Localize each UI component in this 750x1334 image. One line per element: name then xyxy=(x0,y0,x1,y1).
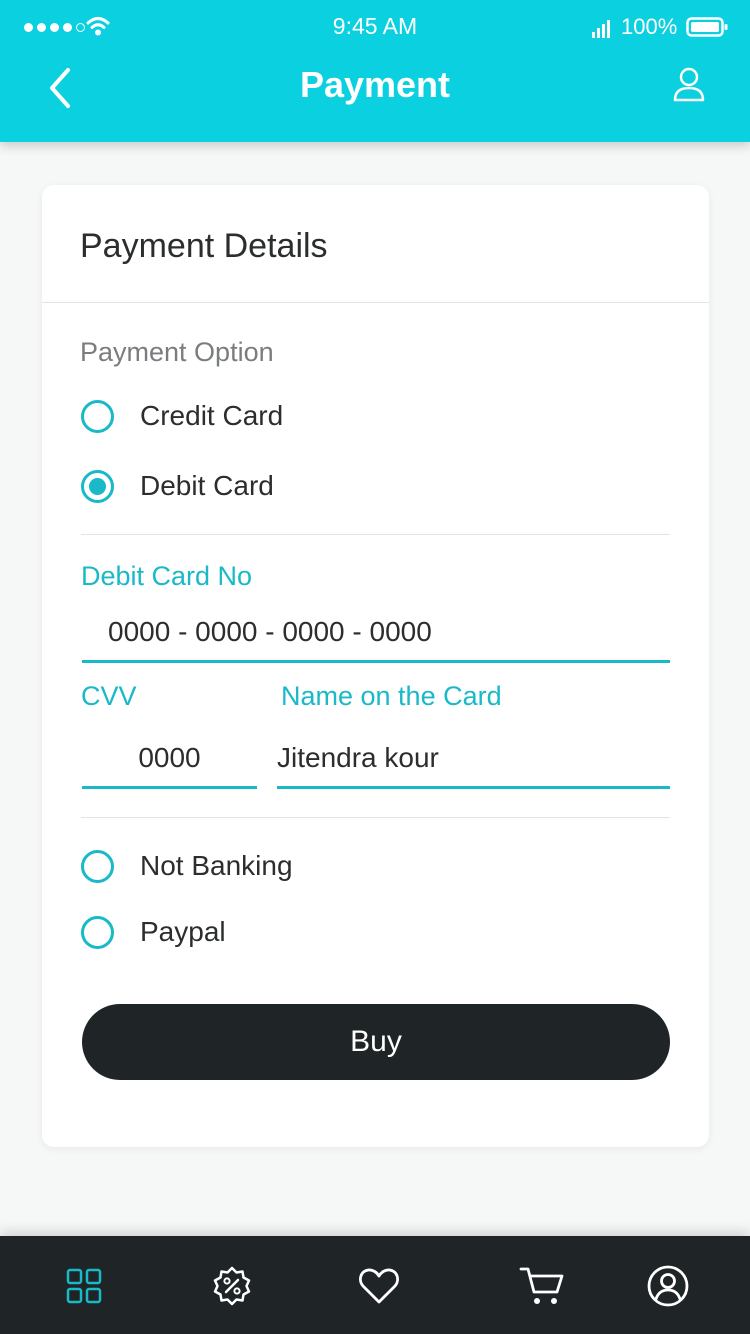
section-divider xyxy=(81,817,670,818)
cvv-input[interactable] xyxy=(82,729,257,789)
grid-icon xyxy=(66,1268,102,1304)
option-label: Not Banking xyxy=(140,850,293,881)
option-debit-card[interactable]: Debit Card xyxy=(81,466,274,506)
cvv-label: CVV xyxy=(81,681,137,711)
account-icon xyxy=(647,1265,689,1307)
page-title: Payment xyxy=(299,64,451,105)
tab-home[interactable] xyxy=(59,1261,109,1311)
option-label: Debit Card xyxy=(140,470,274,501)
cellular-icon xyxy=(592,20,610,38)
discount-badge-icon xyxy=(213,1266,251,1306)
buy-button[interactable]: Buy xyxy=(82,1004,670,1080)
radio-button[interactable] xyxy=(81,399,114,433)
cart-icon xyxy=(519,1267,564,1304)
app-header: 9:45 AM 100% Payment xyxy=(0,0,750,142)
status-bar: 9:45 AM 100% xyxy=(0,0,750,56)
bottom-tab-bar xyxy=(0,1236,750,1334)
section-divider xyxy=(81,534,670,535)
radio-button[interactable] xyxy=(81,915,114,949)
card-number-input[interactable] xyxy=(82,603,670,663)
option-not-banking[interactable]: Not Banking xyxy=(81,846,293,886)
option-label: Credit Card xyxy=(140,400,284,431)
profile-button[interactable] xyxy=(671,66,707,104)
payment-details-card: Payment Details Payment Option Credit Ca… xyxy=(42,185,709,1147)
radio-button[interactable] xyxy=(81,849,114,883)
tab-wishlist[interactable] xyxy=(354,1261,404,1311)
card-title: Payment Details xyxy=(80,227,328,265)
tab-offers[interactable] xyxy=(207,1261,257,1311)
radio-button-selected[interactable] xyxy=(81,469,114,503)
tab-account[interactable] xyxy=(643,1261,693,1311)
option-label: Paypal xyxy=(140,916,226,947)
card-name-label: Name on the Card xyxy=(281,681,502,711)
card-divider xyxy=(42,302,709,303)
user-icon xyxy=(673,67,705,102)
card-number-label: Debit Card No xyxy=(81,561,253,591)
card-name-input[interactable] xyxy=(277,729,670,789)
tab-cart[interactable] xyxy=(517,1261,567,1311)
heart-icon xyxy=(359,1268,399,1304)
option-credit-card[interactable]: Credit Card xyxy=(81,396,283,436)
option-paypal[interactable]: Paypal xyxy=(81,912,226,952)
battery-icon xyxy=(686,17,728,37)
battery-percentage: 100% xyxy=(621,14,678,39)
payment-option-label: Payment Option xyxy=(80,337,274,367)
